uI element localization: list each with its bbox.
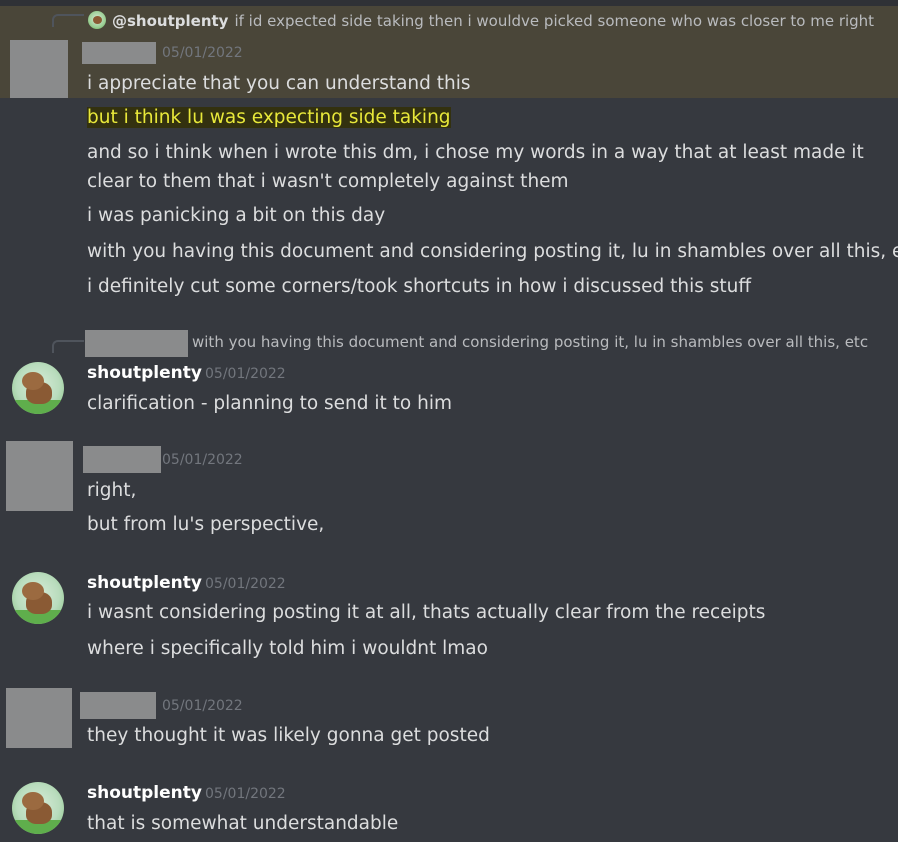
message-timestamp: 05/01/2022 [162,698,243,714]
reply-spine [52,14,84,27]
username-redacted[interactable] [82,42,156,64]
highlighted-text: but i think lu was expecting side taking [87,107,451,128]
message-text: but i think lu was expecting side taking [87,103,451,132]
message-text: they thought it was likely gonna get pos… [87,725,490,746]
avatar-shoutplenty[interactable] [12,362,64,414]
message-text: i definitely cut some corners/took short… [87,276,752,297]
message-text: i wasnt considering posting it at all, t… [87,602,766,623]
message-text: right, [87,480,137,501]
username-redacted[interactable] [83,446,161,473]
avatar-shoutplenty[interactable] [12,572,64,624]
reply-spine [52,340,84,353]
username[interactable]: shoutplenty [87,573,202,593]
reply-preview[interactable]: with you having this document and consid… [192,333,868,351]
message-text: clarification - planning to send it to h… [87,393,453,414]
avatar-redacted[interactable] [6,688,72,748]
reply-avatar-icon [88,11,106,29]
reply-username-redacted[interactable] [85,330,188,357]
message-text: i was panicking a bit on this day [87,205,386,226]
reply-preview[interactable]: @shoutplenty if id expected side taking t… [112,12,874,30]
avatar-redacted[interactable] [10,40,68,98]
username[interactable]: shoutplenty [87,363,202,383]
avatar-redacted[interactable] [6,441,73,511]
message-timestamp: 05/01/2022 [205,366,286,382]
message-timestamp: 05/01/2022 [162,452,243,468]
message-text: that is somewhat understandable [87,813,399,834]
message-timestamp: 05/01/2022 [162,45,243,61]
reply-text: if id expected side taking then i wouldv… [234,12,875,30]
message-text: and so i think when i wrote this dm, i c… [87,142,864,192]
message-timestamp: 05/01/2022 [205,786,286,802]
message-text: i appreciate that you can understand thi… [87,73,471,94]
username-redacted[interactable] [80,692,156,719]
username[interactable]: shoutplenty [87,783,202,803]
reply-mention[interactable]: @shoutplenty [112,12,228,30]
message-timestamp: 05/01/2022 [205,576,286,592]
avatar-shoutplenty[interactable] [12,782,64,834]
message-text: but from lu's perspective, [87,514,325,535]
message-text: with you having this document and consid… [87,241,898,262]
message-text: where i specifically told him i wouldnt … [87,638,488,659]
